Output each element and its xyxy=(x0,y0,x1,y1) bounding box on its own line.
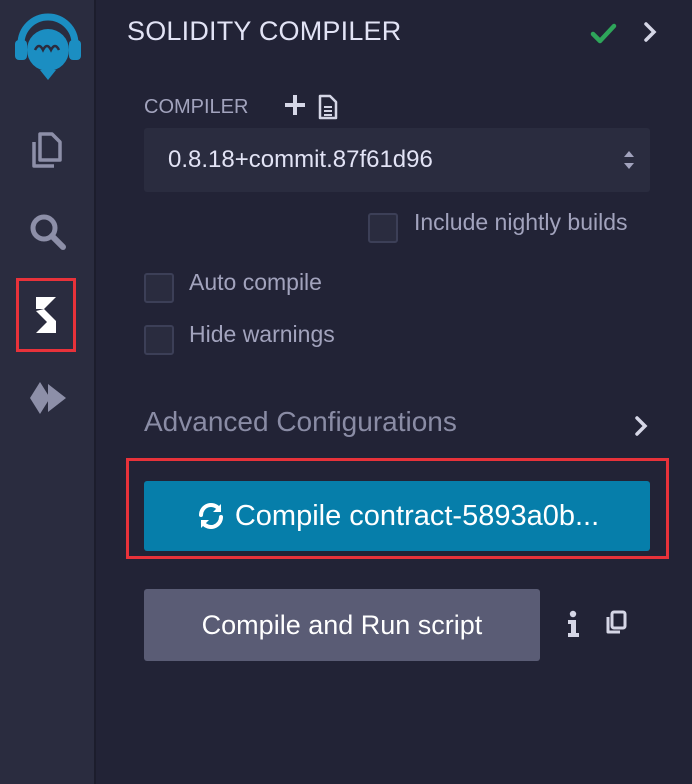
compile-button[interactable]: Compile contract-5893a0b... xyxy=(144,481,650,551)
document-icon[interactable] xyxy=(318,94,338,125)
remix-logo-icon[interactable] xyxy=(0,10,96,84)
select-arrows-icon xyxy=(622,148,636,177)
deploy-run-icon[interactable] xyxy=(0,378,96,418)
file-explorer-icon[interactable] xyxy=(0,128,96,172)
auto-compile-checkbox[interactable] xyxy=(144,273,174,303)
compiler-panel: SOLIDITY COMPILER COMPILER 0.8.18+commit… xyxy=(98,0,692,784)
icon-sidebar xyxy=(0,0,96,784)
search-icon[interactable] xyxy=(0,212,96,252)
nightly-builds-label: Include nightly builds xyxy=(414,209,628,235)
refresh-icon xyxy=(195,500,227,532)
compiler-label: COMPILER xyxy=(144,96,249,118)
compile-and-run-button[interactable]: Compile and Run script xyxy=(144,589,540,661)
compiler-version-select[interactable]: 0.8.18+commit.87f61d96 xyxy=(144,128,650,192)
hide-warnings-checkbox[interactable] xyxy=(144,325,174,355)
info-icon[interactable] xyxy=(566,610,580,643)
nightly-builds-checkbox[interactable] xyxy=(368,213,398,243)
copy-icon[interactable] xyxy=(604,610,628,641)
auto-compile-label: Auto compile xyxy=(189,269,322,295)
compile-button-label: Compile contract-5893a0b... xyxy=(234,499,600,532)
hide-warnings-label: Hide warnings xyxy=(189,321,335,347)
plus-icon[interactable] xyxy=(284,94,306,121)
chevron-right-icon[interactable] xyxy=(643,20,657,49)
check-icon xyxy=(588,18,618,53)
solidity-compiler-icon xyxy=(35,297,56,333)
compiler-version-value: 0.8.18+commit.87f61d96 xyxy=(168,146,433,173)
solidity-compiler-nav[interactable] xyxy=(0,278,96,352)
solidity-highlight-frame xyxy=(15,278,76,352)
chevron-right-icon[interactable] xyxy=(634,414,648,443)
advanced-configurations-toggle[interactable]: Advanced Configurations xyxy=(144,406,457,438)
panel-title: SOLIDITY COMPILER xyxy=(127,16,402,46)
